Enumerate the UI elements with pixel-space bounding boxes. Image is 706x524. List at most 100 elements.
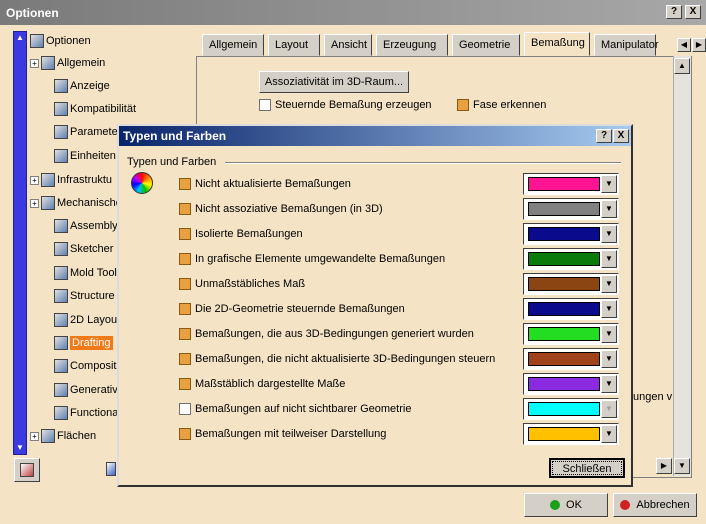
tree-item-composites[interactable]: Composit xyxy=(54,357,116,375)
tab-manipulator[interactable]: Manipulator xyxy=(594,34,658,56)
tree-item-generative[interactable]: Generativ xyxy=(54,381,118,399)
type-row[interactable]: Unmaßstäbliches Maß xyxy=(179,274,305,294)
help-button[interactable]: ? xyxy=(666,5,682,19)
tree-item-drafting[interactable]: Drafting xyxy=(54,334,113,352)
chevron-down-icon[interactable]: ▼ xyxy=(601,175,617,193)
type-row[interactable]: Die 2D-Geometrie steuernde Bemaßungen xyxy=(179,299,405,319)
controlling-dimension-option[interactable]: Steuernde Bemaßung erzeugen xyxy=(259,99,432,112)
tree-item-display[interactable]: Anzeige xyxy=(54,77,110,95)
scroll-up-icon[interactable]: ▲ xyxy=(15,33,25,43)
tree-item-functional[interactable]: Functiona xyxy=(54,404,118,422)
tab-layout[interactable]: Layout xyxy=(268,34,320,56)
tree-item-options-tree[interactable]: Optionen xyxy=(30,32,91,50)
tree-item-infrastructure[interactable]: + Infrastruktu xyxy=(30,171,112,189)
tree-item-units[interactable]: Einheiten xyxy=(54,147,116,165)
type-checkbox[interactable] xyxy=(179,278,191,291)
type-checkbox[interactable] xyxy=(179,228,191,241)
chevron-down-icon[interactable]: ▼ xyxy=(601,425,617,443)
chevron-down-icon[interactable]: ▼ xyxy=(601,250,617,268)
type-checkbox[interactable] xyxy=(179,303,191,316)
tree-tool-button[interactable] xyxy=(14,458,40,482)
tree-item-label: Mold Tool xyxy=(70,267,117,279)
type-checkbox[interactable] xyxy=(179,428,191,441)
type-label: Bemaßungen auf nicht sichtbarer Geometri… xyxy=(195,403,412,415)
type-row[interactable]: Bemaßungen, die nicht aktualisierte 3D-B… xyxy=(179,349,495,369)
type-checkbox[interactable] xyxy=(179,328,191,341)
controlling-dimension-checkbox[interactable] xyxy=(259,99,271,112)
type-row[interactable]: Nicht aktualisierte Bemaßungen xyxy=(179,174,351,194)
ok-button[interactable]: OK xyxy=(524,493,608,517)
chevron-right-icon[interactable]: ▶ xyxy=(656,458,672,474)
expand-icon[interactable]: + xyxy=(30,198,39,208)
associativity-3d-button[interactable]: Assoziativität im 3D-Raum... xyxy=(259,71,409,93)
tree-item-label: Infrastruktu xyxy=(57,174,113,186)
tree-item-structure[interactable]: Structure xyxy=(54,287,115,305)
color-combo[interactable]: ▼ xyxy=(523,423,619,445)
close-button[interactable]: X xyxy=(685,5,701,19)
type-checkbox[interactable] xyxy=(179,378,191,391)
type-checkbox[interactable] xyxy=(179,203,191,216)
scroll-down-icon[interactable]: ▼ xyxy=(674,458,690,474)
tab-allgemein[interactable]: Allgemein xyxy=(202,34,264,56)
tree-item-surfaces[interactable]: + Flächen xyxy=(30,427,96,445)
tree-item-general[interactable]: + Allgemein xyxy=(30,54,105,72)
chamfer-detect-checkbox[interactable] xyxy=(457,99,469,112)
tree-item-mechanical[interactable]: + Mechanische xyxy=(30,194,122,212)
tree-item-layout-2d[interactable]: 2D Layou xyxy=(54,311,117,329)
tab-erzeugung[interactable]: Erzeugung xyxy=(376,34,448,56)
tree-item-compatibility[interactable]: Kompatibilität xyxy=(54,100,136,118)
type-row[interactable]: In grafische Elemente umgewandelte Bemaß… xyxy=(179,249,445,269)
type-row[interactable]: Bemaßungen auf nicht sichtbarer Geometri… xyxy=(179,399,411,419)
color-combo[interactable]: ▼ xyxy=(523,223,619,245)
type-row[interactable]: Bemaßungen mit teilweiser Darstellung xyxy=(179,424,386,444)
tree-item-mold-tool[interactable]: Mold Tool xyxy=(54,264,117,282)
cancel-button[interactable]: Abbrechen xyxy=(613,493,697,517)
dialog-close-button[interactable]: X xyxy=(613,129,629,143)
tree-item-sketcher[interactable]: Sketcher xyxy=(54,240,113,258)
chevron-down-icon[interactable]: ▼ xyxy=(601,325,617,343)
tab-geometrie[interactable]: Geometrie xyxy=(452,34,520,56)
type-row[interactable]: Nicht assoziative Bemaßungen (in 3D) xyxy=(179,199,383,219)
tab-scroll-right[interactable]: ▶ xyxy=(692,38,706,52)
type-checkbox[interactable] xyxy=(179,178,191,191)
color-combo[interactable]: ▼ xyxy=(523,348,619,370)
color-combo[interactable]: ▼ xyxy=(523,323,619,345)
chevron-down-icon[interactable]: ▼ xyxy=(601,350,617,368)
color-combo[interactable]: ▼ xyxy=(523,273,619,295)
color-combo[interactable]: ▼ xyxy=(523,198,619,220)
expand-icon[interactable]: + xyxy=(30,58,39,68)
chevron-down-icon[interactable]: ▼ xyxy=(601,300,617,318)
type-checkbox[interactable] xyxy=(179,253,191,266)
chevron-down-icon[interactable]: ▼ xyxy=(601,275,617,293)
chevron-down-icon[interactable]: ▼ xyxy=(601,225,617,243)
dialog-help-button[interactable]: ? xyxy=(596,129,612,143)
dialog-title: Typen und Farben xyxy=(123,129,227,143)
panel-scrollbar[interactable]: ▲ ▼ xyxy=(673,56,691,476)
horizontal-scroll-right[interactable]: ▶ xyxy=(656,458,672,474)
type-checkbox[interactable] xyxy=(179,353,191,366)
type-row[interactable]: Bemaßungen, die aus 3D-Bedingungen gener… xyxy=(179,324,474,344)
tab-bemaßung[interactable]: Bemaßung xyxy=(524,32,590,56)
tree-scrollbar[interactable]: ▲ ▼ xyxy=(13,31,27,455)
expand-icon[interactable]: + xyxy=(30,175,39,185)
color-combo[interactable]: ▼ xyxy=(523,248,619,270)
chamfer-detect-option[interactable]: Fase erkennen xyxy=(457,99,546,112)
chevron-down-icon[interactable]: ▼ xyxy=(601,200,617,218)
type-checkbox[interactable] xyxy=(179,403,191,416)
expand-icon[interactable]: + xyxy=(30,431,39,441)
color-combo[interactable]: ▼ xyxy=(523,173,619,195)
chevron-right-icon[interactable]: ▶ xyxy=(692,38,706,52)
color-combo[interactable]: ▼ xyxy=(523,298,619,320)
tab-scroll-left[interactable]: ◀ xyxy=(677,38,691,52)
chevron-left-icon[interactable]: ◀ xyxy=(677,38,691,52)
scroll-up-icon[interactable]: ▲ xyxy=(674,58,690,74)
color-combo[interactable]: ▼ xyxy=(523,373,619,395)
tab-ansicht[interactable]: Ansicht xyxy=(324,34,372,56)
tree-item-parameters[interactable]: Paramete xyxy=(54,123,118,141)
chevron-down-icon[interactable]: ▼ xyxy=(601,375,617,393)
dialog-close-action-button[interactable]: Schließen xyxy=(549,458,625,478)
tree-item-assembly[interactable]: Assembly xyxy=(54,217,118,235)
scroll-down-icon[interactable]: ▼ xyxy=(15,443,25,453)
type-row[interactable]: Maßstäblich dargestellte Maße xyxy=(179,374,345,394)
type-row[interactable]: Isolierte Bemaßungen xyxy=(179,224,303,244)
